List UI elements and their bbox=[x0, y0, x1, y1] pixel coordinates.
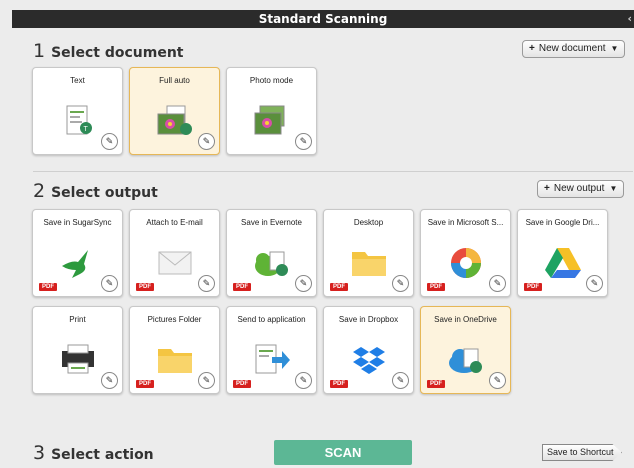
card-label: Save in Dropbox bbox=[338, 315, 399, 324]
card-desktop[interactable]: Desktop PDF ✎ bbox=[323, 209, 414, 297]
card-text[interactable]: Text T ✎ bbox=[32, 67, 123, 155]
edit-pencil-icon[interactable]: ✎ bbox=[295, 275, 312, 292]
google-drive-icon bbox=[543, 246, 583, 280]
card-label: Photo mode bbox=[249, 76, 294, 85]
card-save-in-dropbox[interactable]: Save in Dropbox PDF ✎ bbox=[323, 306, 414, 394]
window-title: Standard Scanning bbox=[258, 12, 388, 26]
edit-pencil-icon[interactable]: ✎ bbox=[489, 372, 506, 389]
folder-icon bbox=[349, 246, 389, 280]
microsoft-sharepoint-icon bbox=[446, 246, 486, 280]
printer-icon bbox=[58, 343, 98, 377]
edit-pencil-icon[interactable]: ✎ bbox=[392, 372, 409, 389]
new-output-button[interactable]: + New output ▼ bbox=[537, 180, 625, 198]
pdf-badge: PDF bbox=[427, 380, 445, 388]
edit-pencil-icon[interactable]: ✎ bbox=[295, 133, 312, 150]
pdf-badge: PDF bbox=[233, 380, 251, 388]
pdf-badge: PDF bbox=[136, 283, 154, 291]
section-select-document-title: 1 Select document bbox=[33, 40, 184, 62]
section-divider bbox=[33, 171, 633, 172]
onedrive-icon bbox=[446, 343, 486, 377]
card-send-to-application[interactable]: Send to application PDF ✎ bbox=[226, 306, 317, 394]
full-auto-photo-icon bbox=[155, 104, 195, 138]
pdf-badge: PDF bbox=[427, 283, 445, 291]
send-to-application-icon bbox=[252, 343, 292, 377]
scan-button[interactable]: SCAN bbox=[274, 440, 412, 465]
evernote-icon bbox=[252, 246, 292, 280]
edit-pencil-icon[interactable]: ✎ bbox=[489, 275, 506, 292]
card-print[interactable]: Print ✎ bbox=[32, 306, 123, 394]
edit-pencil-icon[interactable]: ✎ bbox=[198, 133, 215, 150]
card-save-in-microsoft-s[interactable]: Save in Microsoft S... PDF ✎ bbox=[420, 209, 511, 297]
plus-icon: + bbox=[544, 183, 550, 194]
pdf-badge: PDF bbox=[136, 380, 154, 388]
edit-pencil-icon[interactable]: ✎ bbox=[295, 372, 312, 389]
card-save-in-evernote[interactable]: Save in Evernote PDF ✎ bbox=[226, 209, 317, 297]
pdf-badge: PDF bbox=[39, 283, 57, 291]
edit-pencil-icon[interactable]: ✎ bbox=[198, 275, 215, 292]
pdf-badge: PDF bbox=[330, 380, 348, 388]
card-label: Full auto bbox=[159, 76, 190, 85]
edit-pencil-icon[interactable]: ✎ bbox=[198, 372, 215, 389]
save-to-shortcut-button[interactable]: Save to Shortcut bbox=[542, 444, 622, 461]
card-label: Send to application bbox=[237, 315, 306, 324]
pdf-badge: PDF bbox=[524, 283, 542, 291]
pdf-badge: PDF bbox=[330, 283, 348, 291]
card-full-auto[interactable]: Full auto ✎ bbox=[129, 67, 220, 155]
card-label: Print bbox=[69, 315, 86, 324]
card-label: Save in Evernote bbox=[241, 218, 302, 227]
dropdown-arrow-icon: ▼ bbox=[609, 184, 618, 193]
svg-text:T: T bbox=[83, 126, 88, 133]
plus-icon: + bbox=[529, 43, 535, 54]
photo-mode-icon bbox=[252, 104, 292, 138]
edit-pencil-icon[interactable]: ✎ bbox=[392, 275, 409, 292]
section-select-output-title: 2 Select output bbox=[33, 180, 158, 202]
folder-icon bbox=[155, 343, 195, 377]
collapse-chevron-icon[interactable]: ‹ bbox=[627, 10, 632, 28]
new-document-button[interactable]: + New document ▼ bbox=[522, 40, 626, 58]
card-save-in-sugarsync[interactable]: Save in SugarSync PDF ✎ bbox=[32, 209, 123, 297]
card-pictures-folder[interactable]: Pictures Folder PDF ✎ bbox=[129, 306, 220, 394]
edit-pencil-icon[interactable]: ✎ bbox=[101, 275, 118, 292]
window-title-bar: Standard Scanning ‹ bbox=[12, 10, 634, 28]
card-label: Attach to E-mail bbox=[146, 218, 203, 227]
card-photo-mode[interactable]: Photo mode ✎ bbox=[226, 67, 317, 155]
envelope-icon bbox=[155, 246, 195, 280]
card-label: Save in Google Dri... bbox=[525, 218, 600, 227]
dropdown-arrow-icon: ▼ bbox=[610, 44, 619, 53]
pdf-badge: PDF bbox=[233, 283, 251, 291]
card-label: Save in OneDrive bbox=[434, 315, 497, 324]
card-label: Pictures Folder bbox=[147, 315, 202, 324]
card-label: Text bbox=[70, 76, 85, 85]
edit-pencil-icon[interactable]: ✎ bbox=[586, 275, 603, 292]
dropbox-icon bbox=[349, 343, 389, 377]
section-select-action-title: 3 Select action bbox=[33, 442, 154, 464]
card-save-in-onedrive[interactable]: Save in OneDrive PDF ✎ bbox=[420, 306, 511, 394]
card-label: Desktop bbox=[353, 218, 384, 227]
card-save-in-google-dri[interactable]: Save in Google Dri... PDF ✎ bbox=[517, 209, 608, 297]
card-label: Save in Microsoft S... bbox=[427, 218, 504, 227]
text-document-icon: T bbox=[58, 104, 98, 138]
sugarsync-hummingbird-icon bbox=[58, 246, 98, 280]
card-attach-to-e-mail[interactable]: Attach to E-mail PDF ✎ bbox=[129, 209, 220, 297]
edit-pencil-icon[interactable]: ✎ bbox=[101, 372, 118, 389]
card-label: Save in SugarSync bbox=[43, 218, 112, 227]
edit-pencil-icon[interactable]: ✎ bbox=[101, 133, 118, 150]
